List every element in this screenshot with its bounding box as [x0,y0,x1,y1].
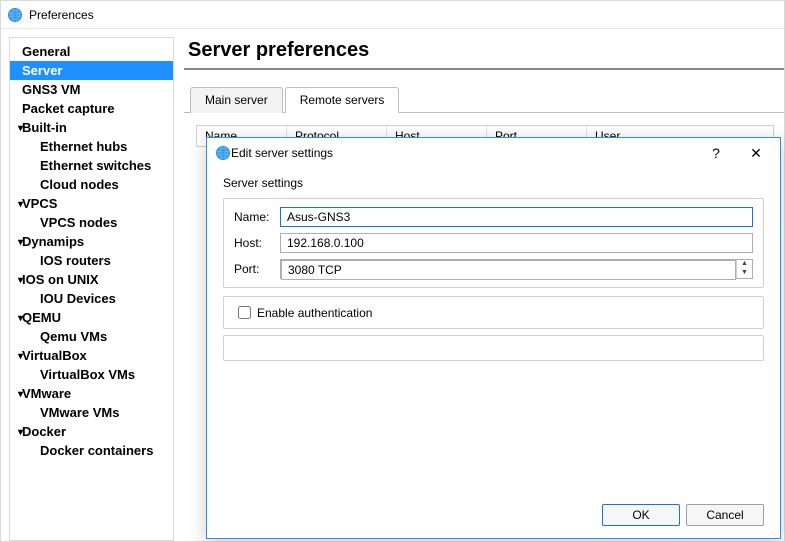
auth-group: Enable authentication [223,296,764,329]
tree-item-docker-containers[interactable]: Docker containers [10,441,173,460]
edit-server-dialog: Edit server settings ? ✕ Server settings… [206,137,781,539]
auth-details-group [223,335,764,361]
help-button[interactable]: ? [696,139,736,167]
dialog-icon [215,145,231,161]
server-settings-label: Server settings [223,176,764,190]
tree-item-ios-routers[interactable]: IOS routers [10,251,173,270]
port-spinner[interactable]: ▲ ▼ [280,259,753,279]
dialog-title: Edit server settings [231,146,333,160]
dialog-button-bar: OK Cancel [207,498,780,538]
preferences-tree[interactable]: GeneralServerGNS3 VMPacket captureBuilt-… [9,37,174,541]
tree-item-ethernet-switches[interactable]: Ethernet switches [10,156,173,175]
tree-item-general[interactable]: General [10,42,173,61]
tree-item-vpcs-nodes[interactable]: VPCS nodes [10,213,173,232]
preferences-window: Preferences GeneralServerGNS3 VMPacket c… [0,0,785,542]
enable-auth-checkbox[interactable] [238,306,251,319]
port-input[interactable] [281,260,736,280]
host-input[interactable] [280,233,753,253]
tree-item-dynamips[interactable]: Dynamips [10,232,173,251]
tree-item-virtualbox[interactable]: VirtualBox [10,346,173,365]
tab-main-server[interactable]: Main server [190,87,283,113]
name-input[interactable] [280,207,753,227]
host-label: Host: [234,236,280,250]
close-button[interactable]: ✕ [736,139,776,167]
port-step-up-icon[interactable]: ▲ [737,260,752,269]
tree-item-packet-capture[interactable]: Packet capture [10,99,173,118]
enable-auth-label: Enable authentication [257,306,372,320]
page-title: Server preferences [184,37,784,70]
tree-item-gns3-vm[interactable]: GNS3 VM [10,80,173,99]
tree-item-server[interactable]: Server [10,61,173,80]
app-icon [7,7,23,23]
tree-item-cloud-nodes[interactable]: Cloud nodes [10,175,173,194]
tree-item-virtualbox-vms[interactable]: VirtualBox VMs [10,365,173,384]
window-title: Preferences [29,8,94,22]
tree-item-vpcs[interactable]: VPCS [10,194,173,213]
tree-item-ethernet-hubs[interactable]: Ethernet hubs [10,137,173,156]
ok-button[interactable]: OK [602,504,680,526]
tree-item-vmware-vms[interactable]: VMware VMs [10,403,173,422]
name-label: Name: [234,210,280,224]
port-step-down-icon[interactable]: ▼ [737,269,752,278]
tree-item-iou-devices[interactable]: IOU Devices [10,289,173,308]
window-titlebar: Preferences [1,1,784,29]
tree-item-qemu-vms[interactable]: Qemu VMs [10,327,173,346]
dialog-titlebar: Edit server settings ? ✕ [207,138,780,168]
tree-item-ios-on-unix[interactable]: IOS on UNIX [10,270,173,289]
tree-item-vmware[interactable]: VMware [10,384,173,403]
tree-item-docker[interactable]: Docker [10,422,173,441]
cancel-button[interactable]: Cancel [686,504,764,526]
tab-remote-servers[interactable]: Remote servers [285,87,400,113]
server-settings-group: Name: Host: Port: ▲ ▼ [223,198,764,288]
tree-item-qemu[interactable]: QEMU [10,308,173,327]
tree-item-built-in[interactable]: Built-in [10,118,173,137]
tabs: Main server Remote servers [184,86,784,113]
dialog-body: Server settings Name: Host: Port: ▲ [207,168,780,498]
port-label: Port: [234,262,280,276]
